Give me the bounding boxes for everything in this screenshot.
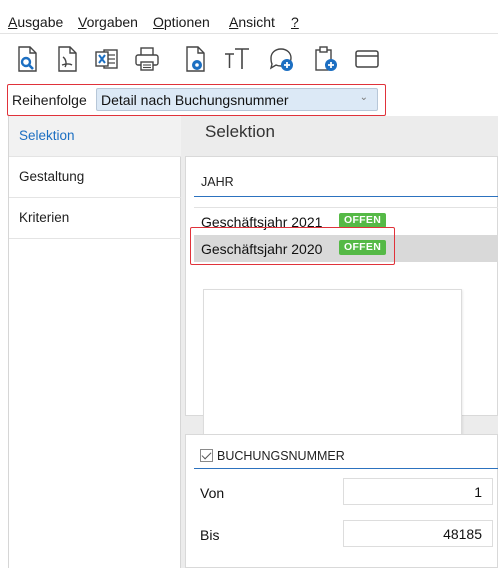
menu-help-accel: ? <box>291 14 299 30</box>
sidebar-item-label: Selektion <box>19 128 75 143</box>
sidebar-item-label: Kriterien <box>19 210 70 225</box>
status-badge: OFFEN <box>339 240 387 255</box>
main-panel: Selektion JAHR Geschäftsjahr 2021 OFFEN … <box>181 116 498 568</box>
buchungsnummer-divider <box>194 468 498 469</box>
von-input[interactable] <box>343 478 493 505</box>
font-size-icon[interactable] <box>222 44 252 74</box>
order-label: Reihenfolge <box>12 92 87 108</box>
order-select-value: Detail nach Buchungsnummer <box>101 92 289 108</box>
menu-vorgaben-accel: V <box>78 14 87 30</box>
sidebar-item-selektion[interactable]: Selektion <box>9 116 181 157</box>
jahr-list: Geschäftsjahr 2021 OFFEN Geschäftsjahr 2… <box>194 207 498 440</box>
sidebar-item-label: Gestaltung <box>19 169 85 184</box>
sidebar-item-gestaltung[interactable]: Gestaltung <box>9 157 181 198</box>
print-preview-icon[interactable] <box>12 44 42 74</box>
menu-vorgaben-rest: orgaben <box>86 14 138 30</box>
printer-icon[interactable] <box>132 44 162 74</box>
excel-export-icon[interactable] <box>92 44 122 74</box>
clipboard-add-icon[interactable] <box>310 44 340 74</box>
pdf-export-icon[interactable] <box>52 44 82 74</box>
comment-add-icon[interactable] <box>266 44 296 74</box>
buchungsnummer-checkbox[interactable] <box>200 449 213 462</box>
buchungsnummer-card: BUCHUNGSNUMMER Von Bis <box>185 434 498 568</box>
menu-ansicht[interactable]: Ansicht <box>229 14 275 30</box>
menu-optionen-accel: O <box>153 14 164 30</box>
von-label: Von <box>200 485 225 501</box>
menu-vorgaben[interactable]: Vorgaben <box>78 14 138 30</box>
sidebar: Selektion Gestaltung Kriterien <box>8 116 181 568</box>
page-settings-icon[interactable] <box>180 44 210 74</box>
menu-bar: Ausgabe Vorgaben Optionen Ansicht ? <box>0 0 498 34</box>
dropdown-overlay <box>203 289 462 440</box>
buchungsnummer-header: BUCHUNGSNUMMER <box>217 449 345 463</box>
bis-label: Bis <box>200 527 220 543</box>
jahr-card: JAHR Geschäftsjahr 2021 OFFEN Geschäftsj… <box>185 156 498 440</box>
list-item-label: Geschäftsjahr 2021 <box>201 214 323 230</box>
menu-ausgabe-rest: usgabe <box>17 14 64 30</box>
sidebar-item-kriterien[interactable]: Kriterien <box>9 198 181 239</box>
menu-ansicht-rest: nsicht <box>238 14 275 30</box>
list-item[interactable]: Geschäftsjahr 2020 OFFEN <box>194 235 498 262</box>
list-item[interactable]: Geschäftsjahr 2021 OFFEN <box>194 208 498 235</box>
menu-optionen-rest: ptionen <box>163 14 210 30</box>
bis-input[interactable] <box>343 520 493 547</box>
order-row: Reihenfolge Detail nach Buchungsnummer ⌄ <box>7 84 386 116</box>
chevron-down-icon: ⌄ <box>359 92 368 103</box>
list-item-label: Geschäftsjahr 2020 <box>201 241 323 257</box>
jahr-header-divider <box>194 196 498 197</box>
menu-ausgabe-accel: A <box>8 14 18 30</box>
order-select[interactable]: Detail nach Buchungsnummer ⌄ <box>96 88 378 111</box>
toolbar <box>0 40 498 80</box>
window-icon[interactable] <box>352 44 382 74</box>
menu-help[interactable]: ? <box>291 14 299 30</box>
menu-ausgabe[interactable]: Ausgabe <box>8 14 63 30</box>
status-badge: OFFEN <box>339 213 387 228</box>
menu-ansicht-accel: A <box>229 14 239 30</box>
menu-optionen[interactable]: Optionen <box>153 14 210 30</box>
section-title: Selektion <box>205 122 275 141</box>
jahr-header: JAHR <box>201 175 234 189</box>
